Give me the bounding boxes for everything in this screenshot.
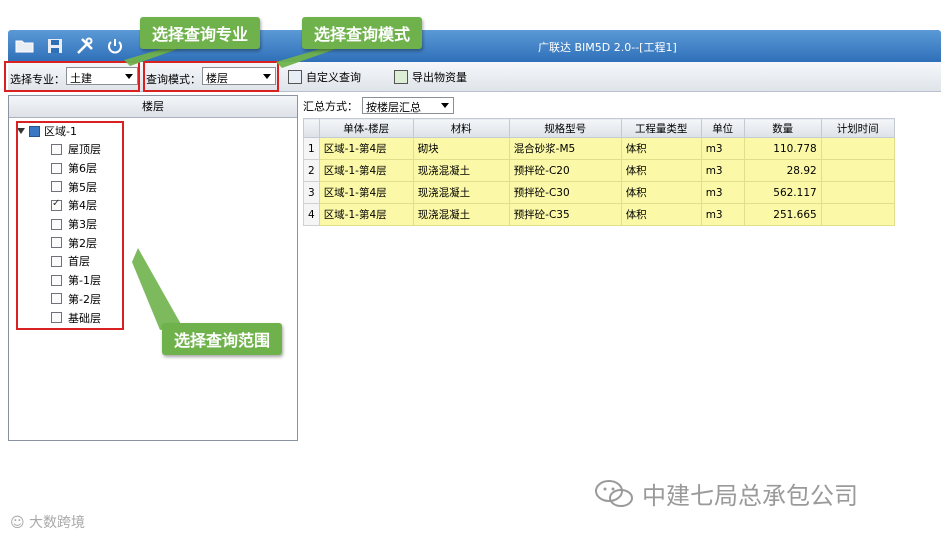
callout-range: 选择查询范围 (162, 323, 283, 355)
wechat-icon (595, 479, 633, 507)
watermark-left-logo-icon: ☺ (10, 515, 30, 531)
watermark-left: ☺ 大数跨境 (10, 512, 85, 532)
watermark-right-text: 中建七局总承包公司 (642, 482, 858, 510)
callout-mode: 选择查询模式 (302, 17, 423, 49)
callout-major: 选择查询专业 (140, 17, 261, 49)
watermark-left-text: 大数跨境 (29, 515, 86, 531)
callout-arrows (124, 46, 344, 330)
watermark-right: 中建七局总承包公司 (594, 476, 858, 511)
